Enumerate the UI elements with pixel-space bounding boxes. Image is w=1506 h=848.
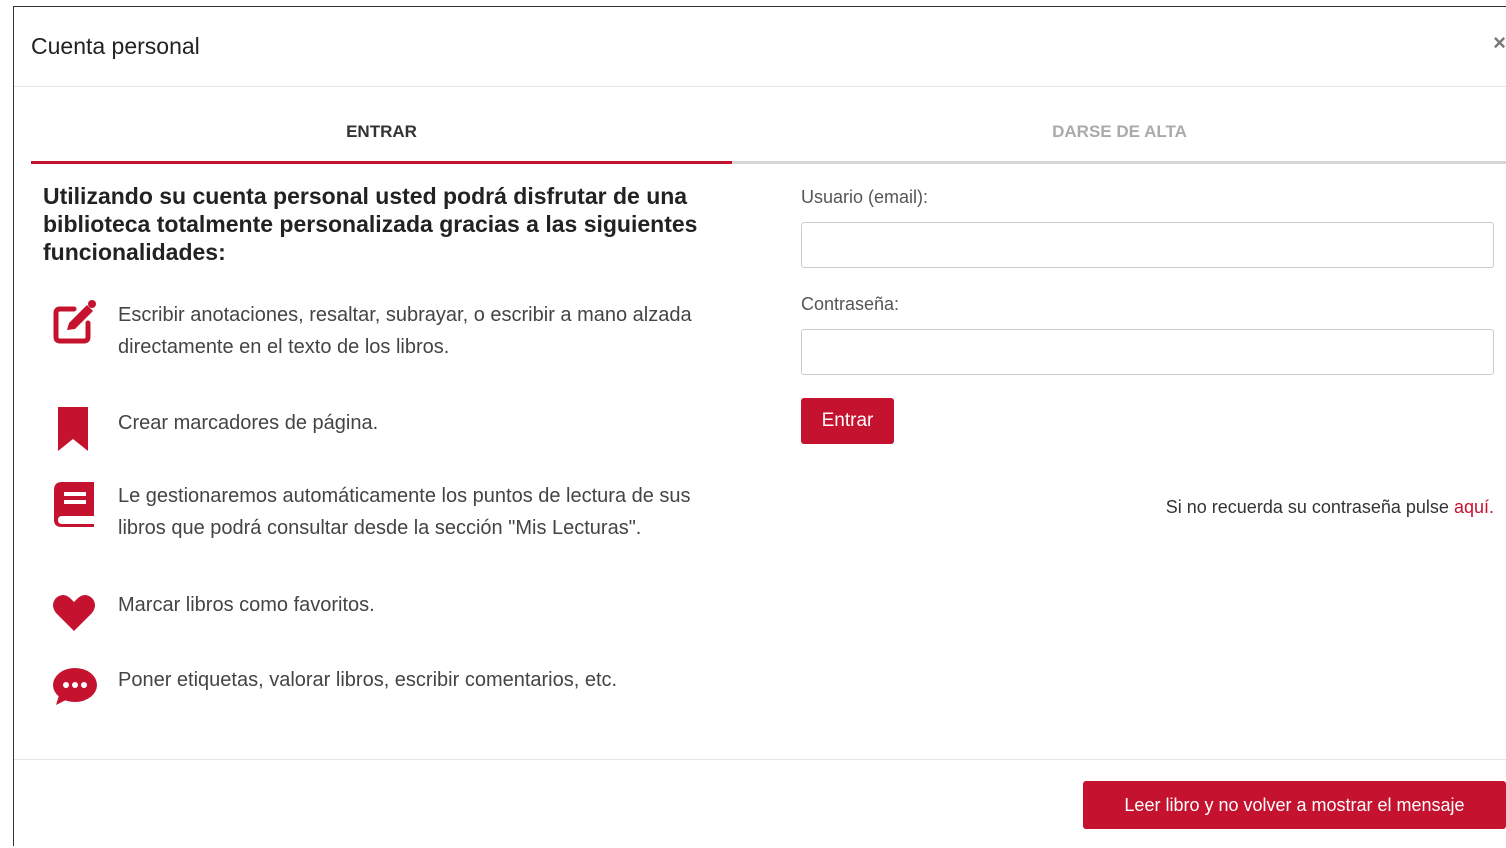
bookmark-icon (50, 407, 98, 455)
heart-icon (50, 589, 98, 637)
comment-icon (50, 664, 98, 712)
user-label: Usuario (email): (801, 187, 929, 207)
forgot-password: Si no recuerda su contraseña pulse aquí. (1166, 497, 1494, 518)
book-icon (50, 480, 98, 528)
password-input[interactable] (801, 329, 1494, 375)
login-button[interactable]: Entrar (801, 398, 894, 444)
password-label: Contraseña: (801, 294, 900, 314)
tab-darse-de-alta[interactable]: DARSE DE ALTA (732, 111, 1506, 161)
tab-bar: ENTRAR DARSE DE ALTA (31, 111, 1506, 164)
edit-icon (50, 299, 98, 347)
feature-text: Poner etiquetas, valorar libros, escribi… (118, 669, 618, 691)
forgot-password-text: Si no recuerda su contraseña pulse (1165, 497, 1454, 517)
modal-title: Cuenta personal (31, 33, 200, 59)
feature-text: Escribir anotaciones, resaltar, subrayar… (118, 304, 692, 358)
feature-text: Crear marcadores de página. (118, 412, 379, 434)
read-book-button[interactable]: Leer libro y no volver a mostrar el mens… (1083, 781, 1506, 829)
modal-footer: Leer libro y no volver a mostrar el mens… (14, 759, 1506, 848)
forgot-password-link[interactable]: aquí. (1454, 497, 1494, 517)
modal-header: Cuenta personal × (14, 7, 1506, 87)
intro-text: Utilizando su cuenta personal usted podr… (43, 183, 698, 265)
tab-entrar[interactable]: ENTRAR (31, 111, 732, 164)
feature-text: Marcar libros como favoritos. (118, 594, 375, 616)
feature-text: Le gestionaremos automáticamente los pun… (118, 485, 691, 539)
user-email-input[interactable] (801, 222, 1494, 268)
personal-account-modal: Cuenta personal × ENTRAR DARSE DE ALTA U… (13, 6, 1506, 846)
close-button[interactable]: × (1493, 31, 1506, 55)
